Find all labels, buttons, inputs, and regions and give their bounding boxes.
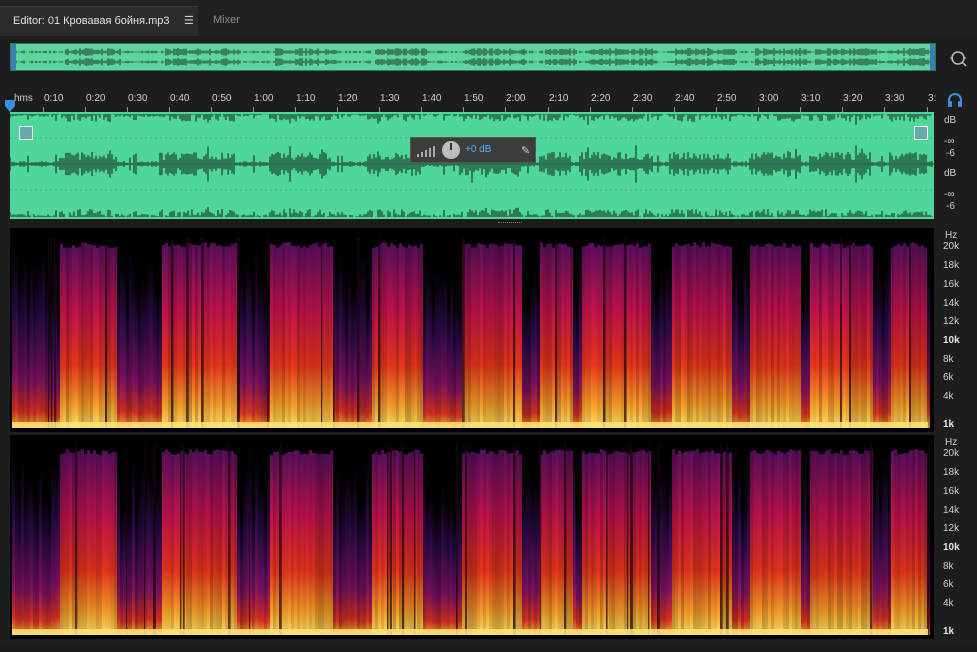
ruler-label: 2:20 (591, 93, 611, 104)
spectral-channel-1[interactable] (10, 228, 934, 432)
ruler-label: 0:10 (44, 93, 64, 104)
tab-editor[interactable]: Editor: 01 Кровавая бойня.mp3 ☰ (0, 6, 198, 36)
freq-label: 4k (943, 391, 954, 402)
freq-label: 1k (943, 419, 955, 430)
ruler-label: 2:40 (675, 93, 695, 104)
db-6-1: -6 (946, 148, 955, 159)
freq-label: 20k (943, 448, 960, 459)
ruler-label: hms (14, 93, 33, 104)
db-inf-2: -∞ (944, 189, 955, 200)
db-6-2: -6 (946, 201, 955, 212)
overview-right-handle[interactable] (930, 44, 935, 70)
ruler-label: 0:20 (86, 93, 106, 104)
waveform-peaks (10, 114, 933, 217)
amplitude-scale: dB -∞ -6 dB -∞ -6 (936, 112, 977, 219)
ruler-label: 3: (928, 93, 937, 104)
ruler-label: 1:50 (464, 93, 484, 104)
freq-label: 4k (943, 598, 954, 609)
db-inf-1: -∞ (944, 136, 955, 147)
freq-label: 18k (943, 260, 960, 271)
freq-label: 6k (943, 579, 954, 590)
freq-label: 10k (943, 542, 960, 553)
ruler-label: 0:50 (212, 93, 232, 104)
freq-label: 16k (943, 279, 960, 290)
freq-label: 20k (943, 241, 960, 252)
freq-label: 8k (943, 354, 954, 365)
spectrogram-1 (12, 238, 930, 428)
gain-knob[interactable] (442, 141, 460, 159)
pin-icon[interactable]: ✎ (521, 144, 530, 157)
ruler-label: 1:40 (422, 93, 442, 104)
ruler-label: 3:10 (801, 93, 821, 104)
playhead-marker[interactable] (5, 99, 15, 112)
freq-label: 18k (943, 467, 960, 478)
gain-value[interactable]: +0 dB (465, 144, 491, 155)
db-unit-1: dB (944, 115, 957, 126)
overview-navigator[interactable] (10, 43, 936, 71)
freq-label: 14k (943, 298, 960, 309)
overview-waveform (16, 48, 931, 66)
ruler-label: 3:30 (885, 93, 905, 104)
gain-hud[interactable]: +0 dB ✎ (410, 137, 536, 163)
frequency-scale-2: Hz 20k 18k 16k 14k 12k 10k 8k 6k 4k 1k (936, 435, 977, 639)
fade-in-handle[interactable] (19, 126, 33, 140)
freq-label: 16k (943, 486, 960, 497)
ruler-label: 1:10 (296, 93, 316, 104)
ruler-label: 1:20 (338, 93, 358, 104)
db-unit-2: dB (944, 168, 957, 179)
menu-icon[interactable]: ☰ (184, 14, 194, 27)
ruler-label: 3:20 (843, 93, 863, 104)
spectral-channel-2[interactable] (10, 435, 934, 639)
level-bars-icon (417, 146, 435, 157)
freq-label: 1k (943, 626, 955, 637)
frequency-scale-1: Hz 20k 18k 16k 14k 12k 10k 8k 6k 4k 1k (936, 228, 977, 432)
time-ruler[interactable]: hms 0:10 0:20 0:30 0:40 0:50 1:00 1:10 1:20 1:30 1… (0, 88, 940, 112)
ruler-label: 1:30 (380, 93, 400, 104)
ruler-label: 2:30 (633, 93, 653, 104)
freq-label: 12k (943, 523, 960, 534)
waveform-display (10, 114, 934, 217)
ruler-label: 1:00 (254, 93, 274, 104)
fade-out-handle[interactable] (914, 126, 928, 140)
freq-label: 12k (943, 316, 960, 327)
tab-mixer-label: Mixer (213, 14, 240, 26)
tab-mixer[interactable]: Mixer (199, 6, 269, 36)
freq-label: 6k (943, 372, 954, 383)
bottom-bar (0, 643, 977, 652)
ruler-label: 2:00 (506, 93, 526, 104)
headphones-icon[interactable] (946, 92, 964, 108)
freq-label: Hz (945, 230, 958, 241)
view-divider[interactable] (10, 219, 934, 227)
ruler-label: 0:40 (170, 93, 190, 104)
freq-label: 8k (943, 561, 954, 572)
ruler-label: 2:10 (549, 93, 569, 104)
freq-label: 14k (943, 505, 960, 516)
freq-label: 10k (943, 335, 960, 346)
zoom-icon[interactable] (945, 46, 971, 72)
ruler-label: 2:50 (717, 93, 737, 104)
freq-label: Hz (945, 437, 958, 448)
ruler-label: 3:00 (759, 93, 779, 104)
ruler-label: 0:30 (128, 93, 148, 104)
tab-editor-label: Editor: 01 Кровавая бойня.mp3 (13, 15, 170, 27)
waveform-editor[interactable] (10, 112, 934, 219)
spectrogram-2 (12, 445, 930, 635)
